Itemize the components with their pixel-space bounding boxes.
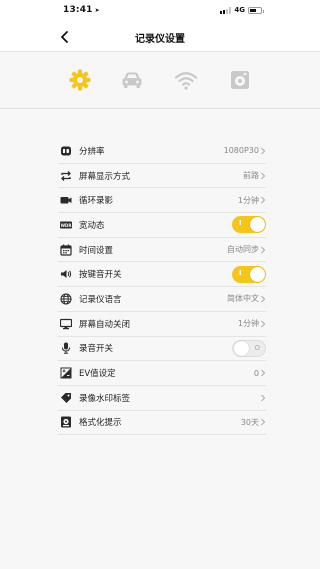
chevron-right-icon xyxy=(260,246,266,254)
settings-tab-strip xyxy=(0,53,320,109)
tab-vehicle[interactable] xyxy=(119,67,145,93)
setting-row-key-sound[interactable]: 按键音开关 I xyxy=(58,262,266,288)
setting-row-screen-off[interactable]: 屏幕自动关闭 1分钟 xyxy=(58,312,266,337)
nav-header: 记录仪设置 xyxy=(0,22,320,52)
wdr-icon: WDR xyxy=(60,219,72,231)
setting-value: 简体中文 xyxy=(227,294,259,304)
status-indicators: 4G xyxy=(220,6,264,14)
setting-label: 记录仪语言 xyxy=(79,294,122,305)
setting-row-time[interactable]: 时间设置 自动同步 xyxy=(58,238,266,263)
toggle-knob xyxy=(234,340,249,356)
setting-row-format-reminder[interactable]: 格式化提示 30天 xyxy=(58,411,266,436)
setting-row-language[interactable]: 记录仪语言 简体中文 xyxy=(58,287,266,312)
wifi-icon xyxy=(174,72,198,90)
setting-label: 屏幕自动关闭 xyxy=(79,319,131,330)
key-sound-toggle[interactable]: I xyxy=(232,265,266,283)
monitor-icon xyxy=(60,318,72,330)
status-time: 13:41 ➤ xyxy=(63,5,100,15)
location-arrow-icon: ➤ xyxy=(94,7,100,14)
setting-label: 按键音开关 xyxy=(79,270,122,281)
setting-row-wdr[interactable]: WDR 宽动态 I xyxy=(58,213,266,238)
car-icon xyxy=(122,72,142,88)
setting-value: 自动同步 xyxy=(227,245,259,255)
setting-value: 1分钟 xyxy=(237,319,259,329)
setting-label: 录像水印标签 xyxy=(79,393,131,404)
setting-value: 1080P30 xyxy=(223,146,259,156)
resolution-icon xyxy=(60,145,72,157)
setting-label: EV值设定 xyxy=(79,369,116,380)
chevron-right-icon xyxy=(260,418,266,426)
sd-card-icon xyxy=(60,416,72,428)
setting-label: 录音开关 xyxy=(79,344,114,355)
setting-row-watermark[interactable]: 录像水印标签 xyxy=(58,386,266,411)
wdr-toggle[interactable]: I xyxy=(232,216,266,234)
speaker-icon xyxy=(60,268,72,280)
setting-value: 0 xyxy=(253,368,259,378)
exposure-icon xyxy=(60,367,72,379)
svg-text:WDR: WDR xyxy=(61,223,72,228)
tag-icon xyxy=(60,392,72,404)
setting-label: 分辨率 xyxy=(79,146,105,157)
setting-value: 30天 xyxy=(240,417,259,427)
page-title: 记录仪设置 xyxy=(135,34,185,45)
battery-icon xyxy=(248,6,264,14)
calendar-icon xyxy=(60,244,72,256)
setting-row-audio-recording[interactable]: 录音开关 O xyxy=(58,337,266,362)
swap-icon xyxy=(60,170,72,182)
globe-icon xyxy=(60,293,72,305)
settings-list: 分辨率 1080P30 屏幕显示方式 前路 循环录影 1分钟 WDR 宽动态 I xyxy=(58,139,266,436)
tab-general-settings[interactable] xyxy=(67,67,93,93)
gear-icon xyxy=(69,69,91,91)
microphone-icon xyxy=(60,342,72,355)
toggle-knob xyxy=(250,266,265,282)
status-bar: 13:41 ➤ 4G xyxy=(0,0,320,22)
tab-wifi[interactable] xyxy=(173,67,199,93)
setting-label: 屏幕显示方式 xyxy=(79,171,131,182)
toggle-on-mark: I xyxy=(239,268,242,277)
setting-label: 循环录影 xyxy=(79,196,114,207)
chevron-right-icon xyxy=(260,172,266,180)
setting-value: 前路 xyxy=(243,171,259,181)
chevron-right-icon xyxy=(260,320,266,328)
audio-recording-toggle[interactable]: O xyxy=(232,339,266,357)
chevron-right-icon xyxy=(260,295,266,303)
video-camera-icon xyxy=(60,194,72,206)
chevron-right-icon xyxy=(260,394,266,402)
setting-label: 格式化提示 xyxy=(79,418,122,429)
storage-disk-icon xyxy=(231,71,249,89)
chevron-right-icon xyxy=(260,147,266,155)
setting-label: 时间设置 xyxy=(79,245,114,256)
chevron-right-icon xyxy=(260,196,266,204)
chevron-right-icon xyxy=(260,369,266,377)
setting-row-loop-recording[interactable]: 循环录影 1分钟 xyxy=(58,188,266,214)
setting-row-resolution[interactable]: 分辨率 1080P30 xyxy=(58,139,266,164)
toggle-off-mark: O xyxy=(254,343,260,352)
setting-row-ev[interactable]: EV值设定 0 xyxy=(58,361,266,386)
setting-value: 1分钟 xyxy=(237,195,259,205)
toggle-knob xyxy=(250,217,265,233)
signal-strength-icon xyxy=(220,6,232,14)
setting-label: 宽动态 xyxy=(79,220,105,231)
toggle-on-mark: I xyxy=(239,219,242,228)
setting-row-display-mode[interactable]: 屏幕显示方式 前路 xyxy=(58,164,266,189)
network-type: 4G xyxy=(234,6,245,14)
tab-storage[interactable] xyxy=(227,67,253,93)
